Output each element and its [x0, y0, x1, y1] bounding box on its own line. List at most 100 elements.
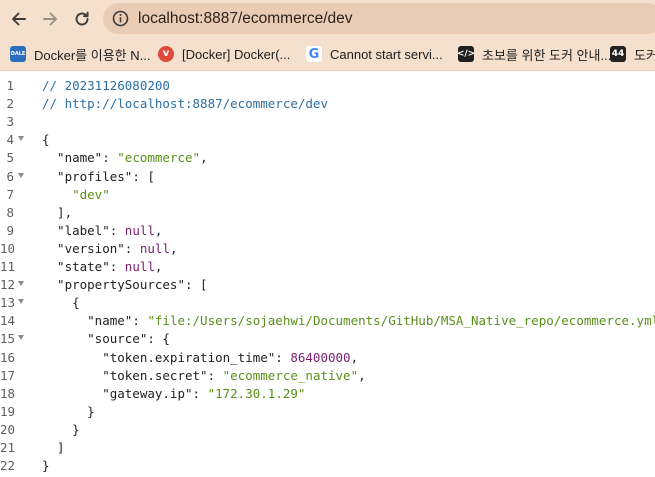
code-token-punc: : { — [147, 331, 170, 347]
code-token-key: "name" — [42, 150, 103, 166]
code-token-punc: : — [275, 349, 291, 365]
line-number: 8 — [6, 204, 14, 220]
bookmark-item[interactable]: </> 초보를 위한 도커 안내... — [457, 44, 612, 64]
line-number: 20 — [0, 421, 16, 437]
code-line: 17 "token.secret": "ecommerce_native", — [0, 367, 655, 385]
code-token-punc: : — [109, 222, 125, 238]
bookmark-label: Cannot start servi... — [330, 46, 443, 62]
bookmark-label: 초보를 위한 도커 안내... — [482, 47, 612, 63]
code-token-punc: : [ — [132, 168, 155, 184]
line-number: 10 — [0, 240, 16, 256]
code-line: 3 — [0, 113, 655, 131]
fold-toggle-icon[interactable] — [18, 335, 24, 341]
code-line: 7 "dev" — [0, 186, 655, 204]
code-token-punc: : — [124, 240, 140, 256]
code-text: "name": "file:/Users/sojaehwi/Documents/… — [42, 312, 655, 330]
bookmark-label: [Docker] Docker(... — [182, 46, 291, 62]
code-line: 10 "version": null, — [0, 240, 655, 258]
bookmark-item[interactable]: G Cannot start servi... — [306, 44, 443, 64]
bookmark-label: Docker를 이용한 N... — [34, 47, 151, 63]
arrow-right-icon — [43, 12, 57, 26]
bookmark-label: 도커 — [634, 47, 655, 63]
code-token-str: "file:/Users/sojaehwi/Documents/GitHub/M… — [147, 313, 655, 329]
code-token-punc: ], — [42, 204, 73, 220]
code-text: "label": null, — [42, 222, 162, 240]
line-number: 21 — [0, 440, 16, 455]
code-line: 4{ — [0, 131, 655, 149]
code-line: 19 } — [0, 403, 655, 421]
code-token-comment: // http://localhost:8887/ecommerce/dev — [42, 96, 328, 112]
fold-toggle-icon[interactable] — [18, 299, 24, 305]
bookmark-item[interactable]: 44 도커 — [610, 44, 655, 64]
browser-toolbar: localhost:8887/ecommerce/dev — [0, 0, 655, 38]
code-text: // http://localhost:8887/ecommerce/dev — [42, 95, 328, 113]
fold-toggle-icon[interactable] — [18, 136, 24, 142]
code-line: 2 // http://localhost:8887/ecommerce/dev — [0, 95, 655, 113]
code-line: 8 ], — [0, 204, 655, 222]
address-url[interactable]: localhost:8887/ecommerce/dev — [138, 9, 353, 28]
line-number: 5 — [6, 150, 14, 166]
code-line: 5 "name": "ecommerce", — [0, 149, 655, 167]
code-line: 18 "gateway.ip": "172.30.1.29" — [0, 385, 655, 403]
code-token-key: "state" — [42, 259, 110, 274]
code-token-num: 86400000 — [290, 349, 351, 365]
code-line: 14 "name": "file:/Users/sojaehwi/Documen… — [0, 312, 655, 330]
code-token-punc: { — [42, 295, 80, 311]
code-token-key: "version" — [42, 240, 125, 256]
code-text: } — [42, 457, 50, 475]
code-line: 11 "state": null, — [0, 258, 655, 276]
arrow-left-icon — [12, 12, 26, 26]
line-number: 1 — [6, 78, 14, 93]
line-number: 3 — [6, 114, 14, 130]
code-text: "token.expiration_time": 86400000, — [42, 349, 358, 367]
bookmark-item[interactable]: DALE Docker를 이용한 N... — [10, 44, 150, 64]
code-token-str: "172.30.1.29" — [207, 385, 306, 401]
back-button[interactable] — [8, 8, 30, 30]
code-text: "source": { — [42, 330, 170, 348]
line-number: 6 — [6, 168, 14, 184]
code-text: "token.secret": "ecommerce_native", — [42, 367, 366, 385]
line-number: 19 — [0, 403, 16, 419]
bookmarks-bar: DALE Docker를 이용한 N... v [Docker] Docker(...… — [0, 38, 655, 71]
code-token-punc: , — [169, 240, 178, 256]
fold-toggle-icon[interactable] — [18, 281, 24, 287]
code-token-punc: } — [42, 421, 80, 437]
code-text: "name": "ecommerce", — [42, 149, 208, 167]
line-number: 7 — [6, 186, 14, 202]
code-text: } — [42, 421, 80, 439]
code-token-str: "ecommerce_native" — [222, 367, 359, 383]
code-text: "version": null, — [42, 240, 178, 258]
code-token-punc: , — [358, 367, 366, 383]
line-number: 13 — [0, 295, 16, 311]
code-token-punc: } — [42, 403, 95, 419]
line-number: 9 — [6, 222, 14, 238]
code-token-key: "name" — [42, 313, 133, 329]
code-token-key: "label" — [42, 222, 110, 238]
code-text: "propertySources": [ — [42, 276, 208, 294]
code-token-null: null — [139, 240, 170, 256]
code-token-punc: : — [207, 367, 223, 383]
code-token-comment: // 20231126080200 — [42, 78, 170, 93]
address-bar[interactable]: localhost:8887/ecommerce/dev — [103, 3, 655, 34]
code-token-punc: ] — [42, 440, 65, 455]
code-line: 15 "source": { — [0, 330, 655, 348]
code-text: } — [42, 403, 95, 421]
line-number: 14 — [0, 313, 16, 329]
code-token-key: "profiles" — [42, 168, 133, 184]
code-line: 9 "label": null, — [0, 222, 655, 240]
line-number: 12 — [0, 277, 16, 293]
info-icon[interactable] — [112, 10, 129, 27]
code-favicon-icon: </> — [457, 46, 475, 62]
code-token-punc: , — [350, 349, 359, 365]
forward-button[interactable] — [39, 8, 61, 30]
reload-button[interactable] — [71, 8, 93, 30]
line-number: 16 — [0, 349, 16, 365]
code-line: 6 "profiles": [ — [0, 168, 655, 186]
fold-toggle-icon[interactable] — [18, 172, 24, 178]
bookmark-item[interactable]: v [Docker] Docker(... — [158, 44, 290, 64]
dale-favicon-icon: DALE — [10, 46, 26, 62]
code-token-punc: , — [200, 150, 208, 166]
code-token-punc: { — [42, 132, 50, 148]
code-text: { — [42, 131, 50, 149]
line-number: 11 — [0, 259, 16, 274]
